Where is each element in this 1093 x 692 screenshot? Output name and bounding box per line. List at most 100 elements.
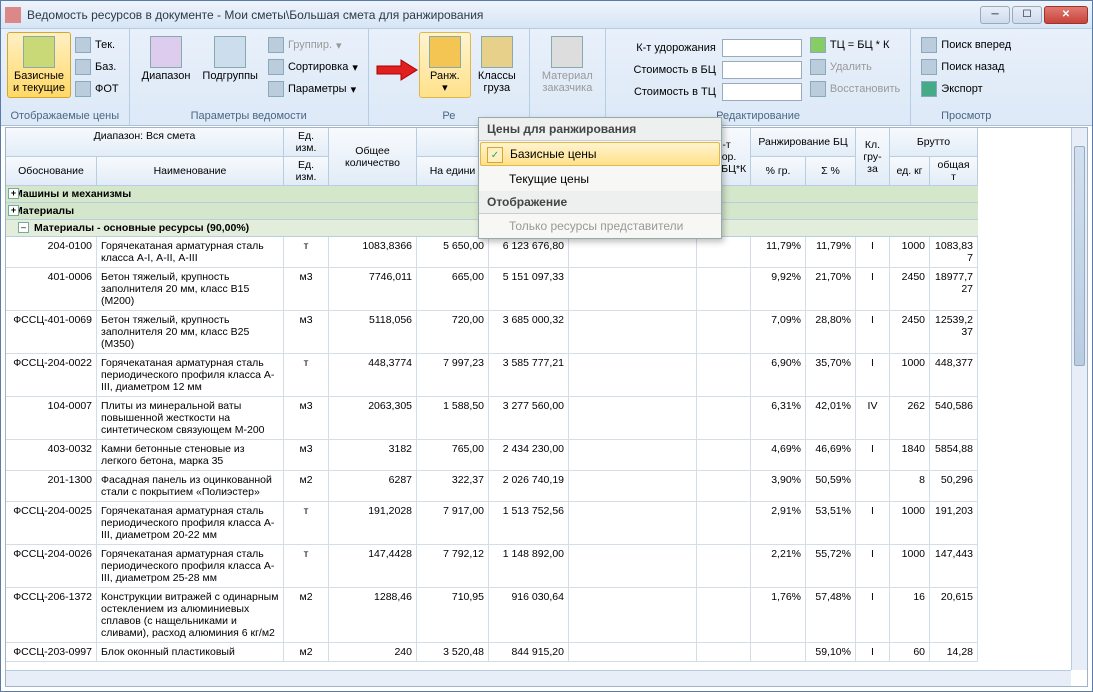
cell-naim[interactable]: Бетон тяжелый, крупность заполнителя 20 … bbox=[97, 311, 284, 354]
cell-obos[interactable]: 403-0032 bbox=[6, 440, 97, 471]
podgruppy-button[interactable]: Подгруппы bbox=[196, 32, 264, 86]
cell-v[interactable]: 1 148 892,00 bbox=[489, 545, 569, 588]
cell-ed[interactable]: м2 bbox=[284, 643, 329, 662]
cell-kl[interactable]: I bbox=[856, 440, 890, 471]
cell-kl[interactable]: I bbox=[856, 545, 890, 588]
cell-ed[interactable]: м2 bbox=[284, 588, 329, 643]
cell-naim[interactable]: Горячекатаная арматурная сталь периодиче… bbox=[97, 354, 284, 397]
cell-naed[interactable]: 720,00 bbox=[417, 311, 489, 354]
cell-ot[interactable]: 1083,837 bbox=[930, 237, 978, 268]
cell-kl[interactable]: I bbox=[856, 354, 890, 397]
cell-ed[interactable]: м3 bbox=[284, 311, 329, 354]
cell-naed[interactable]: 765,00 bbox=[417, 440, 489, 471]
cell-naim[interactable]: Бетон тяжелый, крупность заполнителя 20 … bbox=[97, 268, 284, 311]
cell-kt[interactable] bbox=[697, 268, 751, 311]
cell-v[interactable]: 3 685 000,32 bbox=[489, 311, 569, 354]
cell-naed[interactable]: 322,37 bbox=[417, 471, 489, 502]
column-header[interactable]: Общее количество bbox=[329, 128, 417, 186]
cell-kt[interactable] bbox=[697, 588, 751, 643]
cell-obos[interactable]: ФССЦ-204-0026 bbox=[6, 545, 97, 588]
cell-obos[interactable]: ФССЦ-206-1372 bbox=[6, 588, 97, 643]
dropdown-item-basic[interactable]: ✓ Базисные цены bbox=[480, 142, 720, 166]
cell-pg[interactable]: 1,76% bbox=[751, 588, 806, 643]
column-header[interactable]: Брутто bbox=[890, 128, 978, 157]
cell-ek[interactable]: 262 bbox=[890, 397, 930, 440]
cell-v[interactable]: 2 434 230,00 bbox=[489, 440, 569, 471]
cell-empty[interactable] bbox=[569, 643, 697, 662]
tek-button[interactable]: Тек. bbox=[71, 35, 123, 55]
cell-kl[interactable]: I bbox=[856, 268, 890, 311]
cell-sp[interactable]: 50,59% bbox=[806, 471, 856, 502]
cell-sp[interactable]: 28,80% bbox=[806, 311, 856, 354]
cell-ot[interactable]: 5854,88 bbox=[930, 440, 978, 471]
cell-obos[interactable]: ФССЦ-204-0022 bbox=[6, 354, 97, 397]
cell-ot[interactable]: 50,296 bbox=[930, 471, 978, 502]
sbc-input[interactable] bbox=[722, 61, 802, 79]
column-header[interactable]: ед. кг bbox=[890, 157, 930, 186]
cell-kl[interactable]: I bbox=[856, 237, 890, 268]
cell-obos[interactable]: ФССЦ-204-0025 bbox=[6, 502, 97, 545]
column-header[interactable]: % гр. bbox=[751, 157, 806, 186]
cell-kol[interactable]: 191,2028 bbox=[329, 502, 417, 545]
cell-naed[interactable]: 7 997,23 bbox=[417, 354, 489, 397]
cell-empty[interactable] bbox=[569, 354, 697, 397]
cell-naed[interactable]: 3 520,48 bbox=[417, 643, 489, 662]
cell-empty[interactable] bbox=[569, 502, 697, 545]
cell-kl[interactable]: I bbox=[856, 643, 890, 662]
maximize-button[interactable]: ☐ bbox=[1012, 6, 1042, 24]
cell-kt[interactable] bbox=[697, 440, 751, 471]
stc-input[interactable] bbox=[722, 83, 802, 101]
cell-obos[interactable]: ФССЦ-401-0069 bbox=[6, 311, 97, 354]
diapazon-button[interactable]: Диапазон bbox=[136, 32, 197, 86]
cell-ot[interactable]: 20,615 bbox=[930, 588, 978, 643]
column-header[interactable]: Наименование bbox=[97, 157, 284, 186]
cell-sp[interactable]: 35,70% bbox=[806, 354, 856, 397]
cell-ot[interactable]: 12539,237 bbox=[930, 311, 978, 354]
cell-ek[interactable]: 1840 bbox=[890, 440, 930, 471]
cell-kt[interactable] bbox=[697, 545, 751, 588]
cell-kt[interactable] bbox=[697, 237, 751, 268]
sortirovka-button[interactable]: Сортировка ▾ bbox=[264, 57, 362, 77]
toggle-icon[interactable]: – bbox=[18, 222, 29, 233]
cell-sp[interactable]: 59,10% bbox=[806, 643, 856, 662]
cell-ed[interactable]: т bbox=[284, 354, 329, 397]
cell-kol[interactable]: 448,3774 bbox=[329, 354, 417, 397]
cell-naim[interactable]: Горячекатаная арматурная сталь периодиче… bbox=[97, 545, 284, 588]
cell-ed[interactable]: м3 bbox=[284, 440, 329, 471]
cell-naed[interactable]: 1 588,50 bbox=[417, 397, 489, 440]
cell-ed[interactable]: м2 bbox=[284, 471, 329, 502]
cell-kt[interactable] bbox=[697, 354, 751, 397]
close-button[interactable]: ✕ bbox=[1044, 6, 1088, 24]
cell-kl[interactable] bbox=[856, 471, 890, 502]
cell-ot[interactable]: 147,443 bbox=[930, 545, 978, 588]
cell-empty[interactable] bbox=[569, 237, 697, 268]
cell-kt[interactable] bbox=[697, 397, 751, 440]
kt-input[interactable] bbox=[722, 39, 802, 57]
cell-ed[interactable]: т bbox=[284, 237, 329, 268]
cell-naim[interactable]: Горячекатаная арматурная сталь класса А-… bbox=[97, 237, 284, 268]
cell-v[interactable]: 5 151 097,33 bbox=[489, 268, 569, 311]
cell-ot[interactable]: 18977,727 bbox=[930, 268, 978, 311]
cell-pg[interactable]: 2,21% bbox=[751, 545, 806, 588]
cell-ek[interactable]: 60 bbox=[890, 643, 930, 662]
cell-naim[interactable]: Фасадная панель из оцинкованной стали с … bbox=[97, 471, 284, 502]
cell-naim[interactable]: Камни бетонные стеновые из легкого бетон… bbox=[97, 440, 284, 471]
cell-kt[interactable] bbox=[697, 311, 751, 354]
cell-ed[interactable]: м3 bbox=[284, 268, 329, 311]
cell-empty[interactable] bbox=[569, 268, 697, 311]
cell-v[interactable]: 844 915,20 bbox=[489, 643, 569, 662]
scrollbar-vertical[interactable] bbox=[1071, 128, 1087, 670]
column-header[interactable]: общая т bbox=[930, 157, 978, 186]
column-header[interactable]: Кл.гру-за bbox=[856, 128, 890, 186]
cell-ot[interactable]: 448,377 bbox=[930, 354, 978, 397]
cell-kt[interactable] bbox=[697, 471, 751, 502]
cell-kt[interactable] bbox=[697, 643, 751, 662]
column-header[interactable]: Σ % bbox=[806, 157, 856, 186]
cell-sp[interactable]: 46,69% bbox=[806, 440, 856, 471]
cell-naed[interactable]: 710,95 bbox=[417, 588, 489, 643]
cell-obos[interactable]: 201-1300 bbox=[6, 471, 97, 502]
column-header[interactable]: Ранжирование БЦ bbox=[751, 128, 856, 157]
cell-sp[interactable]: 11,79% bbox=[806, 237, 856, 268]
cell-ek[interactable]: 8 bbox=[890, 471, 930, 502]
cell-empty[interactable] bbox=[569, 440, 697, 471]
